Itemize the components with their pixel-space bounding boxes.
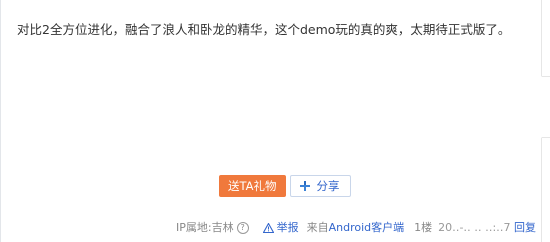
left-divider: [0, 0, 1, 242]
post-time: 20‥-‥ ‥ ‥:‥7: [438, 221, 511, 234]
post-content: 对比2全方位进化，融合了浪人和卧龙的精华，这个demo玩的真的爽，太期待正式版了…: [17, 22, 511, 37]
client-link[interactable]: Android客户端: [329, 221, 405, 235]
post-page: 对比2全方位进化，融合了浪人和卧龙的精华，这个demo玩的真的爽，太期待正式版了…: [0, 0, 550, 242]
ip-location: IP属地:吉林: [176, 221, 234, 234]
send-gift-button[interactable]: 送TA礼物: [219, 175, 286, 197]
warning-icon: [262, 223, 274, 233]
post-meta: IP属地:吉林 ? 举报 来自 Android客户端 1楼 20‥-‥ ‥ ‥:…: [176, 221, 511, 235]
report-label: 举报: [276, 221, 299, 234]
report-link[interactable]: 举报: [262, 221, 299, 235]
share-label: 分享: [316, 179, 340, 193]
share-button[interactable]: 分享: [289, 175, 351, 197]
reply-link[interactable]: 回复: [514, 221, 536, 235]
post-actions: 送TA礼物 分享: [219, 175, 351, 197]
share-plus-icon: [299, 181, 310, 191]
source-prefix: 来自: [306, 221, 329, 234]
right-side-tab: [541, 76, 550, 138]
help-circle-icon[interactable]: ?: [236, 222, 249, 234]
floor-number: 1楼: [414, 221, 433, 234]
